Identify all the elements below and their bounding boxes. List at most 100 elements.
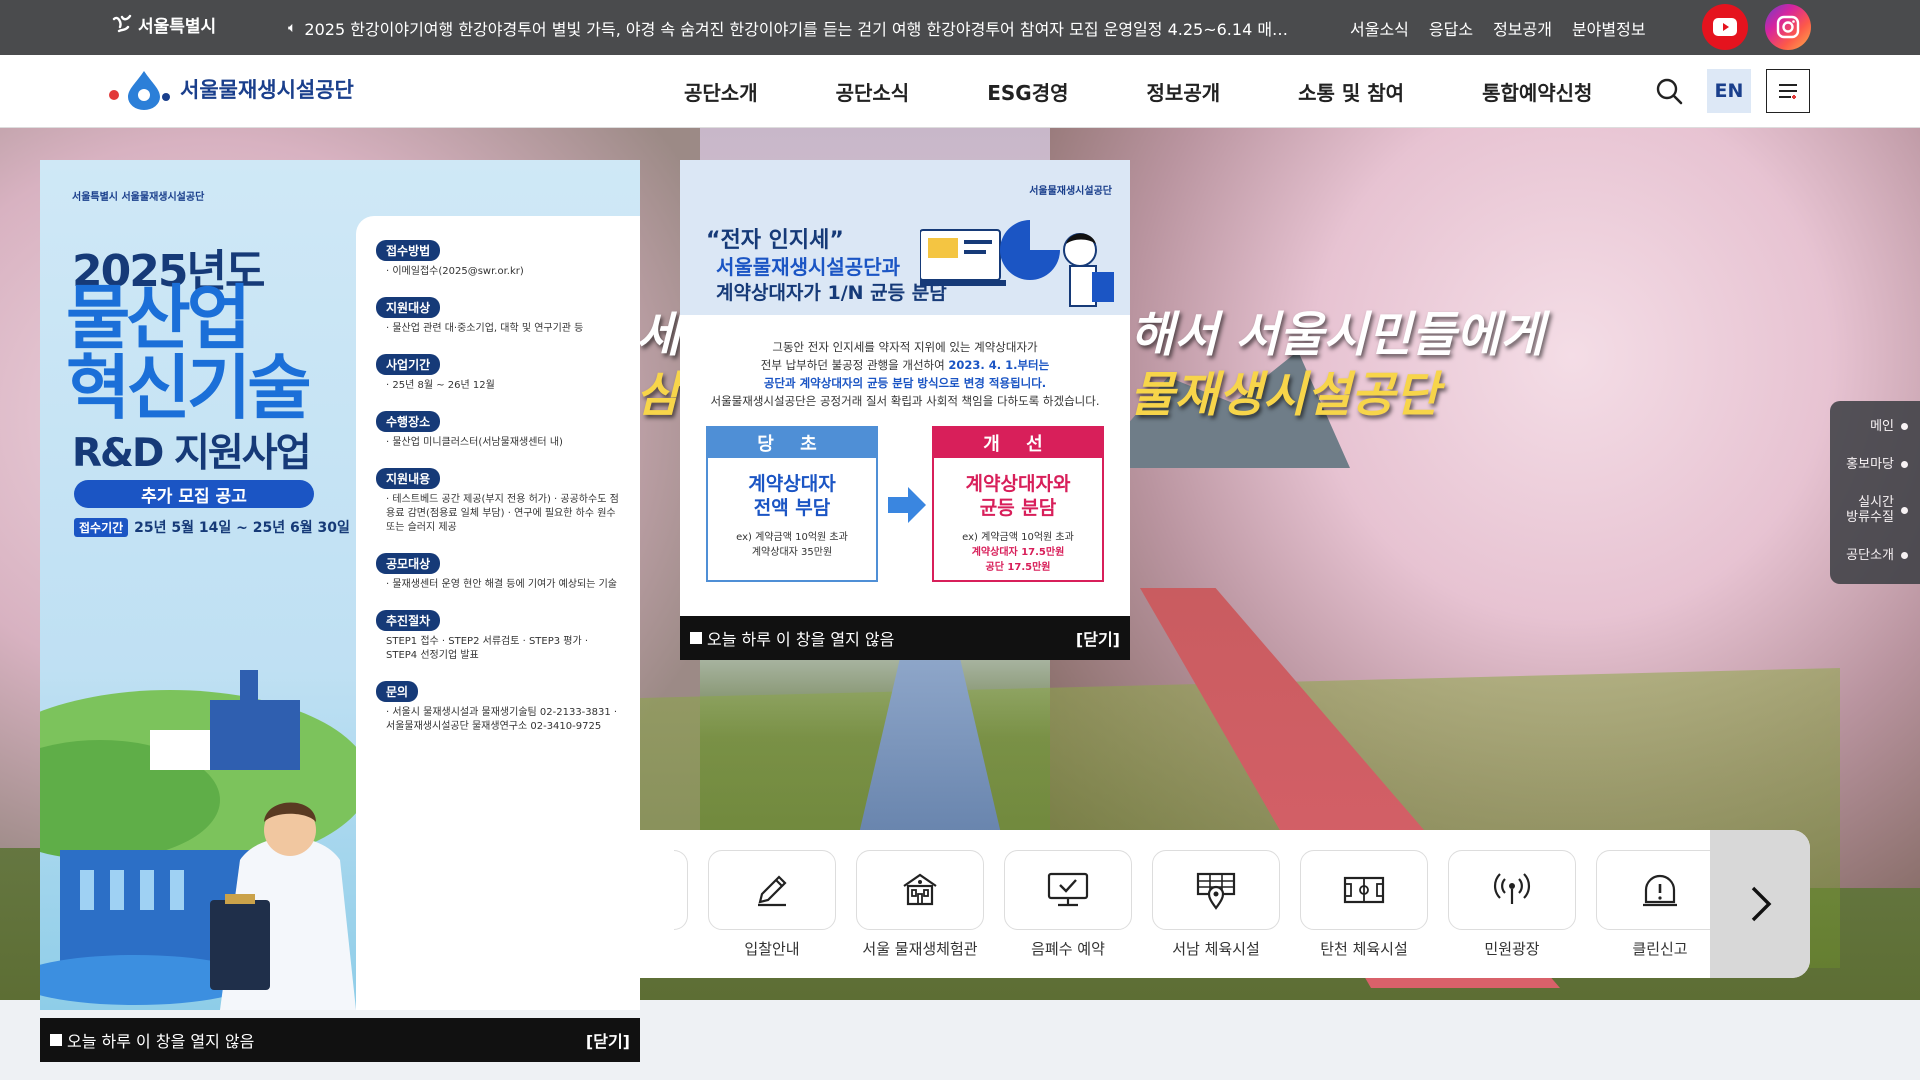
top-link-eungdapso[interactable]: 응답소 xyxy=(1429,16,1473,40)
popup2-after-box: 개 선 계약상대자와 균등 분담 ex) 계약금액 10억원 초과 계약상대자 17… xyxy=(932,426,1104,582)
section-text: · 서울시 물재생시설과 물재생기술팀 02-2133-3831 · 서울물재생… xyxy=(386,707,618,732)
quick-item-label: 입찰안내 xyxy=(744,940,800,958)
popup2-desc-line1: 그동안 전자 인지세를 약자적 지위에 있는 계약상대자가 xyxy=(772,340,1038,354)
quick-item-clean-report[interactable]: 클린신고 xyxy=(1596,850,1724,959)
search-button[interactable] xyxy=(1654,76,1684,106)
section-text: · 물재생센터 운영 현안 해결 등에 기여가 예상되는 기술 xyxy=(386,579,618,590)
quick-item-bid[interactable]: 입찰안내 xyxy=(708,850,836,959)
menu-reservation[interactable]: 통합예약신청 xyxy=(1482,77,1592,106)
main-navigation: 서울물재생시설공단 공단소개 공단소식 ESG경영 정보공개 소통 및 참여 통… xyxy=(0,55,1920,128)
popup-rnd-support[interactable]: 서울특별시 서울물재생시설공단 2025년도 물산업 혁신기술 R&D 지원사업… xyxy=(40,160,640,1010)
popup1-section: 지원대상 · 물산업 관련 대·중소기업, 대학 및 연구기관 등 xyxy=(376,297,620,336)
popup2-desc-line2: 전부 납부하던 불공정 관행을 개선하여 2023. 4. 1.부터는 xyxy=(680,356,1130,374)
popup1-title-line1: 물산업 xyxy=(66,277,251,359)
sidenav-main[interactable]: 메인 xyxy=(1830,419,1920,434)
sidenav-water-quality[interactable]: 실시간 방류수질 xyxy=(1830,495,1920,525)
before-sub-line1: ex) 계약금액 10억원 초과 xyxy=(736,532,848,543)
news-ticker[interactable]: 🔈︎ 2025 한강이야기여행 한강야경투어 별빛 가득, 야경 속 숨겨진 한… xyxy=(288,16,1313,40)
section-text: · 테스트베드 공간 제공(부지 전용 허가) · 공공하수도 점용료 감면(점… xyxy=(386,494,619,533)
menu-about[interactable]: 공단소개 xyxy=(684,77,758,106)
youtube-button[interactable] xyxy=(1702,4,1748,50)
popup1-badge: 추가 모집 공고 xyxy=(74,480,314,508)
popup2-description: 그동안 전자 인지세를 약자적 지위에 있는 계약상대자가 전부 납부하던 불공… xyxy=(680,338,1130,410)
menu-esg[interactable]: ESG경영 xyxy=(987,77,1068,106)
dot-icon xyxy=(1901,506,1908,514)
building-icon xyxy=(903,873,937,906)
menu-news[interactable]: 공단소식 xyxy=(836,77,910,106)
popup-stamp-tax[interactable]: 서울물재생시설공단 “전자 인지세” 서울물재생시설공단과 계약상대자가 1/N… xyxy=(680,160,1130,616)
quick-item-tancheon-sports[interactable]: 탄천 체육시설 xyxy=(1300,850,1428,959)
hero-slogan-left: 세깃 삼의 xyxy=(636,305,680,425)
menu-communication[interactable]: 소통 및 참여 xyxy=(1298,77,1404,106)
quick-item-partial-box xyxy=(674,850,688,930)
popup1-dont-show-today[interactable]: 오늘 하루 이 창을 열지 않음 xyxy=(50,1028,254,1052)
checkbox-icon[interactable] xyxy=(50,1034,62,1046)
popup1-section: 공모대상 · 물재생센터 운영 현안 해결 등에 기여가 예상되는 기술 xyxy=(376,553,620,592)
org-name: 서울물재생시설공단 xyxy=(180,78,354,102)
quick-item-partial[interactable] xyxy=(674,850,688,959)
section-text: · 이메일접수(2025@swr.or.kr) xyxy=(386,266,524,277)
after-sub-line3: 공단 17.5만원 xyxy=(985,562,1051,573)
popup1-period-tag: 접수기간 xyxy=(74,517,129,537)
popup2-desc-line2-b: 2023. 4. 1.부터는 xyxy=(948,358,1050,372)
after-main-line1: 계약상대자와 xyxy=(965,473,1071,495)
popup1-close-button[interactable]: [닫기] xyxy=(586,1028,630,1052)
quick-item-box xyxy=(1152,850,1280,930)
quick-item-box xyxy=(1596,850,1724,930)
quick-item-seonam-sports[interactable]: 서남 체육시설 xyxy=(1152,850,1280,959)
sidenav-about[interactable]: 공단소개 xyxy=(1830,548,1920,563)
popup2-title-line2: 서울물재생시설공단과 xyxy=(716,255,900,279)
popup1-logos: 서울특별시 서울물재생시설공단 xyxy=(72,192,205,203)
seoul-logo-icon xyxy=(112,14,132,32)
after-main: 계약상대자와 균등 분담 xyxy=(934,472,1102,520)
top-link-field-info[interactable]: 분야별정보 xyxy=(1572,16,1646,40)
all-menu-button[interactable] xyxy=(1766,69,1810,113)
popup2-title-line1: “전자 인지세” xyxy=(706,228,844,253)
quick-menu-next-button[interactable] xyxy=(1710,830,1810,978)
field-icon xyxy=(1343,876,1385,904)
menu-disclosure[interactable]: 정보공개 xyxy=(1147,77,1221,106)
quick-menu: 입찰안내 서울 물재생체험관 음폐수 예약 서남 체육시설 탄천 체육시설 민원… xyxy=(640,830,1810,978)
language-en-button[interactable]: EN xyxy=(1707,69,1751,113)
arrow-right-icon xyxy=(888,487,926,523)
water-drop-logo-icon xyxy=(109,71,170,110)
top-utility-bar: 서울특별시 🔈︎ 2025 한강이야기여행 한강야경투어 별빛 가득, 야경 속… xyxy=(0,0,1920,55)
popup2-footer: 오늘 하루 이 창을 열지 않음 [닫기] xyxy=(680,616,1130,660)
search-icon xyxy=(1656,78,1683,105)
after-sub-line2: 계약상대자 17.5만원 xyxy=(971,547,1065,558)
checkbox-icon[interactable] xyxy=(690,632,702,644)
sidenav-label: 홍보마당 xyxy=(1846,457,1894,472)
quick-item-experience-hall[interactable]: 서울 물재생체험관 xyxy=(856,850,984,959)
top-links: 서울소식 응답소 정보공개 분야별정보 xyxy=(1350,16,1646,40)
hero-slogan-left-line1: 세깃 xyxy=(636,307,680,363)
popup1-section: 추진절차 STEP1 접수 · STEP2 서류검토 · STEP3 평가 · S… xyxy=(376,610,620,663)
broadcast-icon xyxy=(1493,873,1531,904)
after-sub: ex) 계약금액 10억원 초과 계약상대자 17.5만원 공단 17.5만원 xyxy=(934,530,1102,575)
section-text: · 물산업 미니클러스터(서남물재생센터 내) xyxy=(386,437,563,448)
sidenav-pr[interactable]: 홍보마당 xyxy=(1830,457,1920,472)
popup1-subtitle: R&D 지원사업 xyxy=(72,431,312,476)
top-link-info-disclosure[interactable]: 정보공개 xyxy=(1493,16,1552,40)
org-logo[interactable]: 서울물재생시설공단 xyxy=(108,67,354,111)
popup1-section: 접수방법 · 이메일접수(2025@swr.or.kr) xyxy=(376,240,620,279)
popup1-section: 수행장소 · 물산업 미니클러스터(서남물재생센터 내) xyxy=(376,411,620,450)
instagram-button[interactable] xyxy=(1765,4,1811,50)
seoul-city-logo[interactable]: 서울특별시 xyxy=(110,12,216,37)
sidenav-label: 메인 xyxy=(1870,419,1894,434)
top-link-seoul-news[interactable]: 서울소식 xyxy=(1350,16,1409,40)
popup2-close-button[interactable]: [닫기] xyxy=(1076,626,1120,650)
dot-icon xyxy=(1901,423,1908,430)
hero-slogan: 해서 서울시민들에게 물재생시설공단 xyxy=(1130,305,1544,425)
popup2-header: 서울물재생시설공단 “전자 인지세” 서울물재생시설공단과 계약상대자가 1/N… xyxy=(680,160,1130,315)
section-text: · 25년 8월 ~ 26년 12월 xyxy=(386,380,495,391)
dot-icon xyxy=(1901,461,1908,468)
popup2-dont-show-today[interactable]: 오늘 하루 이 창을 열지 않음 xyxy=(690,626,894,650)
popup1-section: 문의 · 서울시 물재생시설과 물재생기술팀 02-2133-3831 · 서울물… xyxy=(376,681,620,734)
before-main: 계약상대자 전액 부담 xyxy=(708,472,876,520)
quick-item-civil-plaza[interactable]: 민원광장 xyxy=(1448,850,1576,959)
quick-item-wastewater-reservation[interactable]: 음폐수 예약 xyxy=(1004,850,1132,959)
popup2-desc-line4: 서울물재생시설공단은 공정거래 질서 확립과 사회적 책임을 다하도록 하겠습니… xyxy=(710,394,1100,408)
popup2-logo: 서울물재생시설공단 xyxy=(1029,186,1112,197)
ticker-text[interactable]: 2025 한강이야기여행 한강야경투어 별빛 가득, 야경 속 숨겨진 한강이야… xyxy=(304,16,1288,40)
section-heading: 공모대상 xyxy=(376,553,441,574)
